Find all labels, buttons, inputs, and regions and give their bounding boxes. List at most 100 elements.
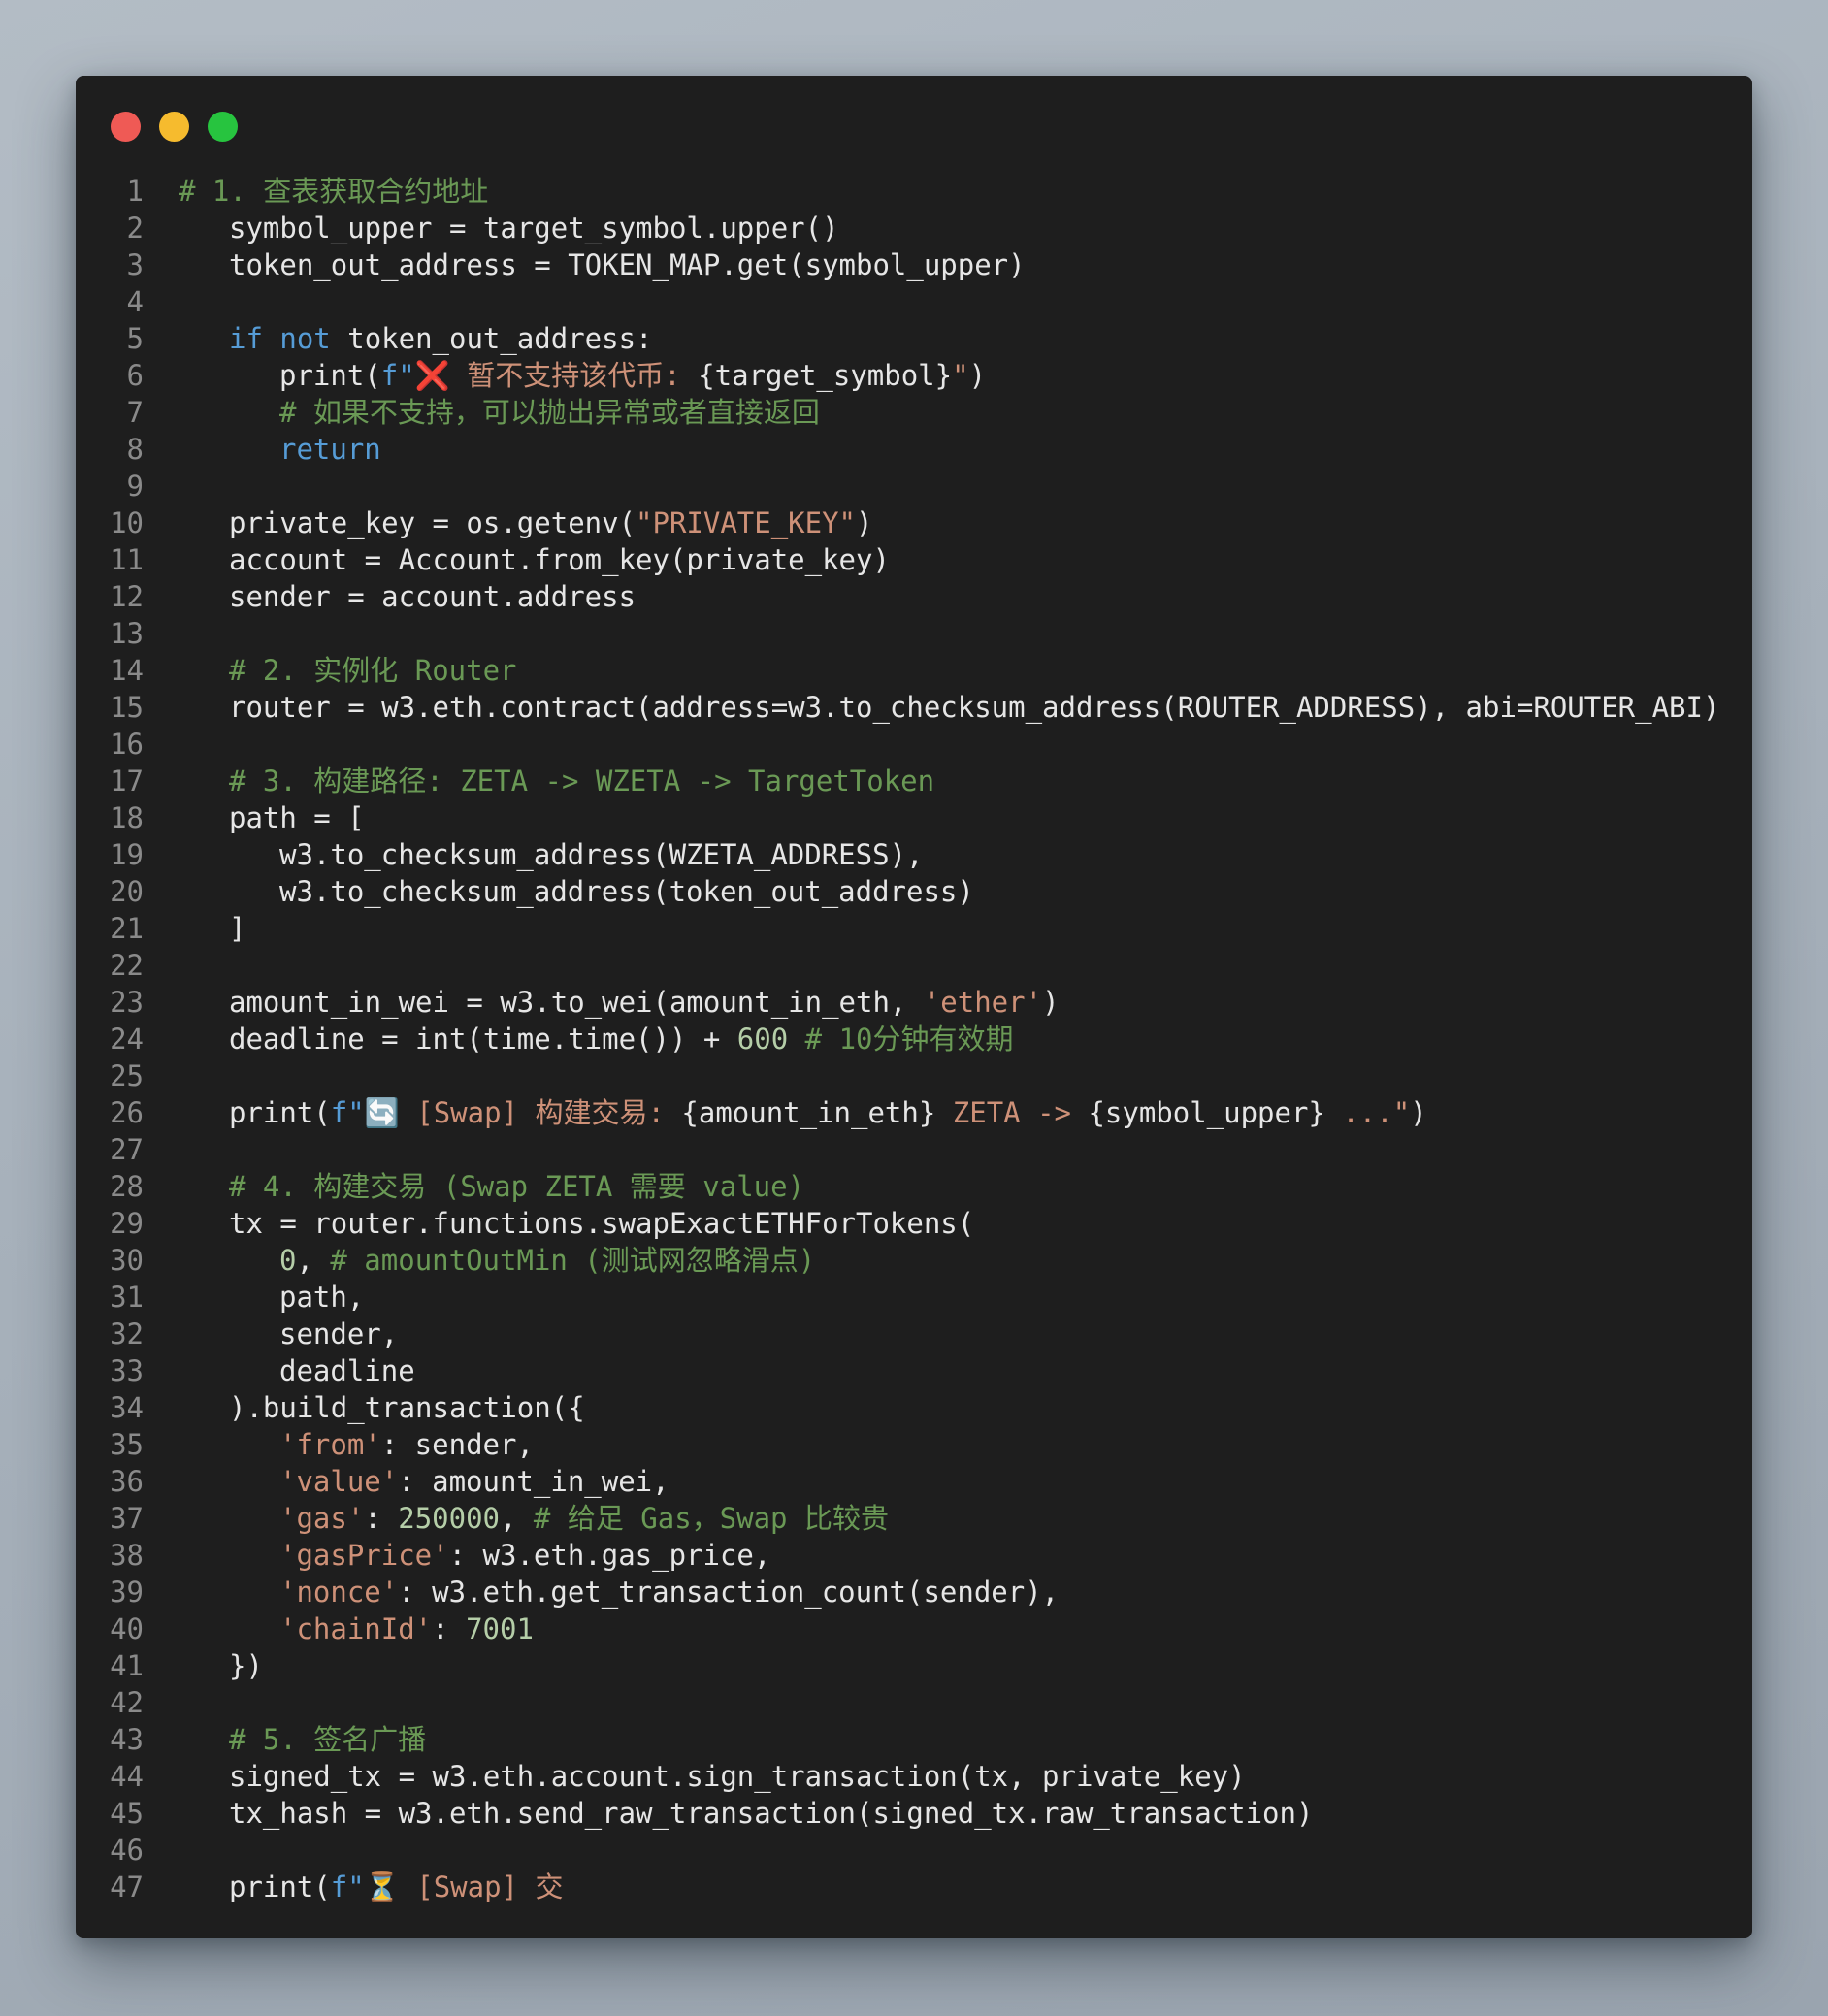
line-number: 19 bbox=[110, 838, 144, 871]
code-line[interactable]: 29 tx = router.functions.swapExactETHForT… bbox=[76, 1205, 1752, 1242]
code-line[interactable]: 34).build_transaction({ bbox=[76, 1389, 1752, 1426]
code-token: , bbox=[500, 1502, 534, 1535]
code-line[interactable]: 1 # 1. 查表获取合约地址 bbox=[76, 173, 1752, 210]
code-line[interactable]: 20 w3.to_checksum_address(token_out_addre… bbox=[76, 873, 1752, 910]
code-text: }) bbox=[179, 1647, 263, 1684]
code-line[interactable]: 46 bbox=[76, 1832, 1752, 1869]
code-line[interactable]: 18 path = [ bbox=[76, 799, 1752, 836]
code-line[interactable]: 43 # 5. 签名广播 bbox=[76, 1721, 1752, 1758]
code-line[interactable]: 41}) bbox=[76, 1647, 1752, 1684]
code-line[interactable]: 5 if not token_out_address: bbox=[76, 320, 1752, 357]
code-text: signed_tx = w3.eth.account.sign_transact… bbox=[179, 1758, 1246, 1795]
line-number: 26 bbox=[110, 1096, 144, 1129]
code-line[interactable]: 7 # 如果不支持，可以抛出异常或者直接返回 bbox=[76, 394, 1752, 431]
line-number: 39 bbox=[110, 1576, 144, 1609]
code-token: : bbox=[432, 1612, 467, 1645]
code-text: amount_in_wei = w3.to_wei(amount_in_eth,… bbox=[179, 984, 1060, 1021]
code-line[interactable]: 23 amount_in_wei = w3.to_wei(amount_in_et… bbox=[76, 984, 1752, 1021]
code-line[interactable]: 12 sender = account.address bbox=[76, 578, 1752, 615]
code-line[interactable]: 31 path, bbox=[76, 1279, 1752, 1316]
code-line[interactable]: 37 'gas': 250000, # 给足 Gas，Swap 比较贵 bbox=[76, 1500, 1752, 1537]
code-line[interactable]: 40 'chainId': 7001 bbox=[76, 1610, 1752, 1647]
line-number: 14 bbox=[110, 654, 144, 687]
code-line[interactable]: 13 bbox=[76, 615, 1752, 652]
line-number: 44 bbox=[110, 1760, 144, 1793]
code-line[interactable]: 26 print(f"🔄 [Swap] 构建交易: {amount_in_eth}… bbox=[76, 1094, 1752, 1131]
code-line[interactable]: 25 bbox=[76, 1057, 1752, 1094]
line-number: 8 bbox=[126, 433, 144, 466]
string-token: 'nonce' bbox=[279, 1576, 399, 1609]
code-line[interactable]: 27 bbox=[76, 1131, 1752, 1168]
code-editor[interactable]: 1 # 1. 查表获取合约地址 2 symbol_upper = target_sym… bbox=[76, 173, 1752, 1905]
code-line[interactable]: 38 'gasPrice': w3.eth.gas_price, bbox=[76, 1537, 1752, 1574]
code-token: w3.to_checksum_address(WZETA_ADDRESS), bbox=[279, 838, 924, 871]
code-text: symbol_upper = target_symbol.upper() bbox=[179, 210, 839, 246]
code-text: # 1. 查表获取合约地址 bbox=[179, 173, 488, 210]
keyword-token: if bbox=[229, 322, 263, 355]
code-text: path = [ bbox=[179, 799, 365, 836]
code-line[interactable]: 19 w3.to_checksum_address(WZETA_ADDRESS), bbox=[76, 836, 1752, 873]
keyword-token: f" bbox=[380, 359, 415, 392]
code-text: # 4. 构建交易 (Swap ZETA 需要 value) bbox=[179, 1168, 804, 1205]
code-line[interactable]: 44 signed_tx = w3.eth.account.sign_transa… bbox=[76, 1758, 1752, 1795]
code-line[interactable]: 3 token_out_address = TOKEN_MAP.get(symbo… bbox=[76, 246, 1752, 283]
code-text: tx = router.functions.swapExactETHForTok… bbox=[179, 1205, 974, 1242]
code-token: amount_in_wei = w3.to_wei(amount_in_eth, bbox=[229, 986, 924, 1019]
code-line[interactable]: 39 'nonce': w3.eth.get_transaction_count(… bbox=[76, 1574, 1752, 1610]
keyword-token: return bbox=[279, 433, 381, 466]
code-text: 'chainId': 7001 bbox=[179, 1610, 534, 1647]
code-text: print(f"⏳ [Swap] 交 bbox=[179, 1869, 563, 1905]
code-token: print( bbox=[279, 359, 381, 392]
string-token: ⏳ [Swap] 交 bbox=[364, 1870, 564, 1903]
code-line[interactable]: 36 'value': amount_in_wei, bbox=[76, 1463, 1752, 1500]
string-token: 'from' bbox=[279, 1428, 381, 1461]
code-line[interactable]: 22 bbox=[76, 947, 1752, 984]
line-number: 7 bbox=[126, 396, 144, 429]
code-token: tx_hash = w3.eth.send_raw_transaction(si… bbox=[229, 1797, 1314, 1830]
code-line[interactable]: 17 # 3. 构建路径: ZETA -> WZETA -> TargetToke… bbox=[76, 763, 1752, 799]
code-line[interactable]: 30 0, # amountOutMin (测试网忽略滑点) bbox=[76, 1242, 1752, 1279]
code-token: sender, bbox=[279, 1317, 399, 1350]
line-number: 31 bbox=[110, 1281, 144, 1314]
code-token: router = w3.eth.contract(address=w3.to_c… bbox=[229, 691, 1720, 724]
code-line[interactable]: 35 'from': sender, bbox=[76, 1426, 1752, 1463]
code-line[interactable]: 21] bbox=[76, 910, 1752, 947]
code-line[interactable]: 11 account = Account.from_key(private_key… bbox=[76, 541, 1752, 578]
code-window: 1 # 1. 查表获取合约地址 2 symbol_upper = target_sym… bbox=[76, 76, 1752, 1938]
code-text: return bbox=[179, 431, 381, 468]
code-line[interactable]: 4 bbox=[76, 283, 1752, 320]
close-dot-icon[interactable] bbox=[111, 112, 141, 142]
comment-token: # 3. 构建路径: ZETA -> WZETA -> TargetToken bbox=[229, 764, 935, 797]
code-token: deadline bbox=[279, 1354, 415, 1387]
code-token: signed_tx = w3.eth.account.sign_transact… bbox=[229, 1760, 1246, 1793]
code-token: token_out_address: bbox=[330, 322, 653, 355]
minimize-dot-icon[interactable] bbox=[159, 112, 189, 142]
code-line[interactable]: 24 deadline = int(time.time()) + 600 # 10… bbox=[76, 1021, 1752, 1057]
line-number: 13 bbox=[110, 617, 144, 650]
code-token: ) bbox=[856, 506, 873, 539]
code-line[interactable]: 45 tx_hash = w3.eth.send_raw_transaction(… bbox=[76, 1795, 1752, 1832]
maximize-dot-icon[interactable] bbox=[208, 112, 238, 142]
code-text: 'gas': 250000, # 给足 Gas，Swap 比较贵 bbox=[179, 1500, 889, 1537]
line-number: 16 bbox=[110, 728, 144, 761]
code-token: symbol_upper = target_symbol.upper() bbox=[229, 211, 839, 244]
code-line[interactable]: 47 print(f"⏳ [Swap] 交 bbox=[76, 1869, 1752, 1905]
code-line[interactable]: 32 sender, bbox=[76, 1316, 1752, 1352]
code-line[interactable]: 2 symbol_upper = target_symbol.upper() bbox=[76, 210, 1752, 246]
line-number: 25 bbox=[110, 1059, 144, 1092]
line-number: 4 bbox=[126, 285, 144, 318]
code-line[interactable]: 33 deadline bbox=[76, 1352, 1752, 1389]
code-line[interactable]: 8 return bbox=[76, 431, 1752, 468]
code-line[interactable]: 6 print(f"❌ 暂不支持该代币: {target_symbol}") bbox=[76, 357, 1752, 394]
code-line[interactable]: 15 router = w3.eth.contract(address=w3.to… bbox=[76, 689, 1752, 726]
code-text: deadline bbox=[179, 1352, 415, 1389]
code-line[interactable]: 14 # 2. 实例化 Router bbox=[76, 652, 1752, 689]
code-line[interactable]: 10 private_key = os.getenv("PRIVATE_KEY") bbox=[76, 504, 1752, 541]
line-number: 29 bbox=[110, 1207, 144, 1240]
code-text: # 3. 构建路径: ZETA -> WZETA -> TargetToken bbox=[179, 763, 934, 799]
code-line[interactable]: 28 # 4. 构建交易 (Swap ZETA 需要 value) bbox=[76, 1168, 1752, 1205]
code-line[interactable]: 9 bbox=[76, 468, 1752, 504]
code-line[interactable]: 16 bbox=[76, 726, 1752, 763]
code-token: : amount_in_wei, bbox=[398, 1465, 669, 1498]
code-line[interactable]: 42 bbox=[76, 1684, 1752, 1721]
